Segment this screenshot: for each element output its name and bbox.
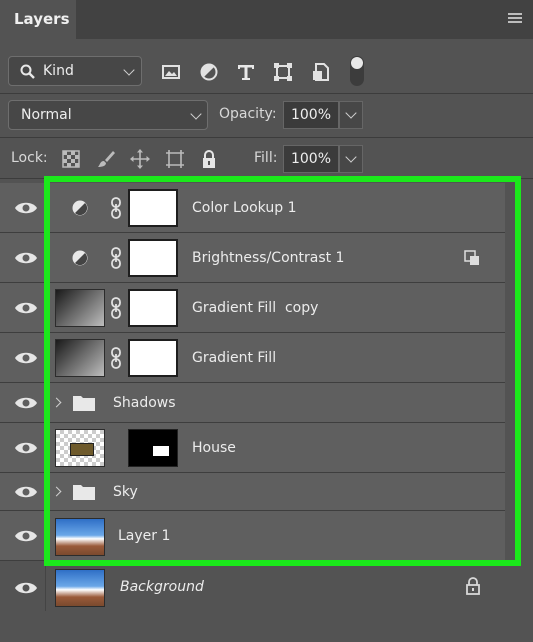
- chevron-right-icon[interactable]: [51, 397, 62, 408]
- search-icon: [20, 64, 35, 79]
- lock-transparent-pixels-icon[interactable]: [60, 148, 82, 170]
- panel-tab-bar: Layers: [0, 0, 533, 40]
- layer-row[interactable]: Color Lookup 1: [0, 183, 505, 233]
- layer-name[interactable]: Gradient Fill copy: [192, 300, 318, 316]
- filter-kind-label: Kind: [43, 63, 74, 79]
- eye-visibility-icon[interactable]: [14, 484, 38, 500]
- eye-visibility-icon[interactable]: [14, 395, 38, 411]
- layer-row[interactable]: House: [0, 423, 505, 473]
- layer-name[interactable]: Background: [120, 579, 204, 595]
- layer-name[interactable]: House: [192, 440, 236, 456]
- blend-mode-dropdown[interactable]: Normal: [8, 100, 208, 130]
- layer-mask-thumbnail[interactable]: [128, 339, 178, 377]
- opacity-label: Opacity:: [219, 106, 277, 122]
- eye-visibility-icon[interactable]: [14, 300, 38, 316]
- lock-position-icon[interactable]: [129, 148, 151, 170]
- adjustment-filter-icon[interactable]: [196, 59, 222, 85]
- layer-row[interactable]: Layer 1: [0, 511, 505, 561]
- layer-mask-thumbnail[interactable]: [128, 189, 178, 227]
- hamburger-menu-icon[interactable]: [508, 13, 522, 25]
- layer-name[interactable]: Brightness/Contrast 1: [192, 250, 344, 266]
- clipping-mask-icon: [464, 250, 479, 265]
- gradient-thumbnail[interactable]: [55, 289, 105, 327]
- eye-visibility-icon[interactable]: [14, 440, 38, 456]
- fill-dropdown-button[interactable]: [339, 145, 363, 173]
- shape-filter-icon[interactable]: [270, 59, 296, 85]
- lock-image-pixels-icon[interactable]: [95, 148, 117, 170]
- fill-input[interactable]: 100%: [283, 145, 339, 173]
- type-filter-icon[interactable]: [233, 59, 259, 85]
- eye-visibility-icon[interactable]: [14, 250, 38, 266]
- layer-name[interactable]: Layer 1: [118, 528, 170, 544]
- artboard-lock-icon[interactable]: [164, 148, 186, 170]
- layer-row[interactable]: Background: [0, 565, 505, 611]
- adjustment-layer-icon: [72, 200, 88, 216]
- chain-link-icon[interactable]: [110, 247, 122, 269]
- chevron-down-icon: [345, 151, 357, 163]
- chevron-down-icon: [123, 64, 135, 76]
- layer-mask-thumbnail[interactable]: [128, 429, 178, 467]
- layer-row[interactable]: Brightness/Contrast 1: [0, 233, 505, 283]
- house-image: [70, 443, 94, 456]
- mask-shape: [153, 446, 169, 456]
- filter-kind-dropdown[interactable]: Kind: [8, 56, 142, 86]
- chevron-down-icon: [345, 107, 357, 119]
- chain-link-icon[interactable]: [110, 297, 122, 319]
- image-filter-icon[interactable]: [158, 59, 184, 85]
- eye-visibility-icon[interactable]: [14, 528, 38, 544]
- fill-label: Fill:: [254, 150, 278, 166]
- chain-link-icon[interactable]: [110, 347, 122, 369]
- scrollbar-track[interactable]: [505, 181, 533, 611]
- folder-icon: [73, 396, 95, 411]
- layer-name[interactable]: Shadows: [113, 395, 176, 411]
- layer-name[interactable]: Color Lookup 1: [192, 200, 296, 216]
- lock-all-icon[interactable]: [198, 148, 220, 170]
- lock-label: Lock:: [11, 150, 48, 166]
- tab-layers[interactable]: Layers: [0, 0, 76, 40]
- opacity-input[interactable]: 100%: [283, 101, 339, 129]
- layer-group-row[interactable]: Shadows: [0, 383, 505, 423]
- opacity-dropdown-button[interactable]: [339, 101, 363, 129]
- layer-mask-thumbnail[interactable]: [128, 239, 178, 277]
- eye-visibility-icon[interactable]: [14, 200, 38, 216]
- layer-name[interactable]: Sky: [113, 484, 138, 500]
- sky-image-thumbnail[interactable]: [55, 518, 105, 556]
- smart-object-filter-icon[interactable]: [308, 59, 334, 85]
- gradient-thumbnail[interactable]: [55, 339, 105, 377]
- layer-row[interactable]: Gradient Fill: [0, 333, 505, 383]
- adjustment-layer-icon: [72, 250, 88, 266]
- house-thumbnail[interactable]: [55, 429, 105, 467]
- chevron-down-icon: [190, 108, 202, 120]
- layer-mask-thumbnail[interactable]: [128, 289, 178, 327]
- layer-name[interactable]: Gradient Fill: [192, 350, 276, 366]
- filter-toggle-icon[interactable]: [344, 54, 370, 88]
- lock-icon[interactable]: [465, 577, 481, 595]
- blend-mode-value: Normal: [21, 107, 72, 123]
- eye-visibility-icon[interactable]: [14, 580, 38, 596]
- folder-icon: [73, 485, 95, 500]
- layer-row[interactable]: Gradient Fill copy: [0, 283, 505, 333]
- eye-visibility-icon[interactable]: [14, 350, 38, 366]
- sky-image-thumbnail[interactable]: [55, 569, 105, 607]
- chevron-right-icon[interactable]: [51, 486, 62, 497]
- layer-group-row[interactable]: Sky: [0, 473, 505, 511]
- chain-link-icon[interactable]: [110, 197, 122, 219]
